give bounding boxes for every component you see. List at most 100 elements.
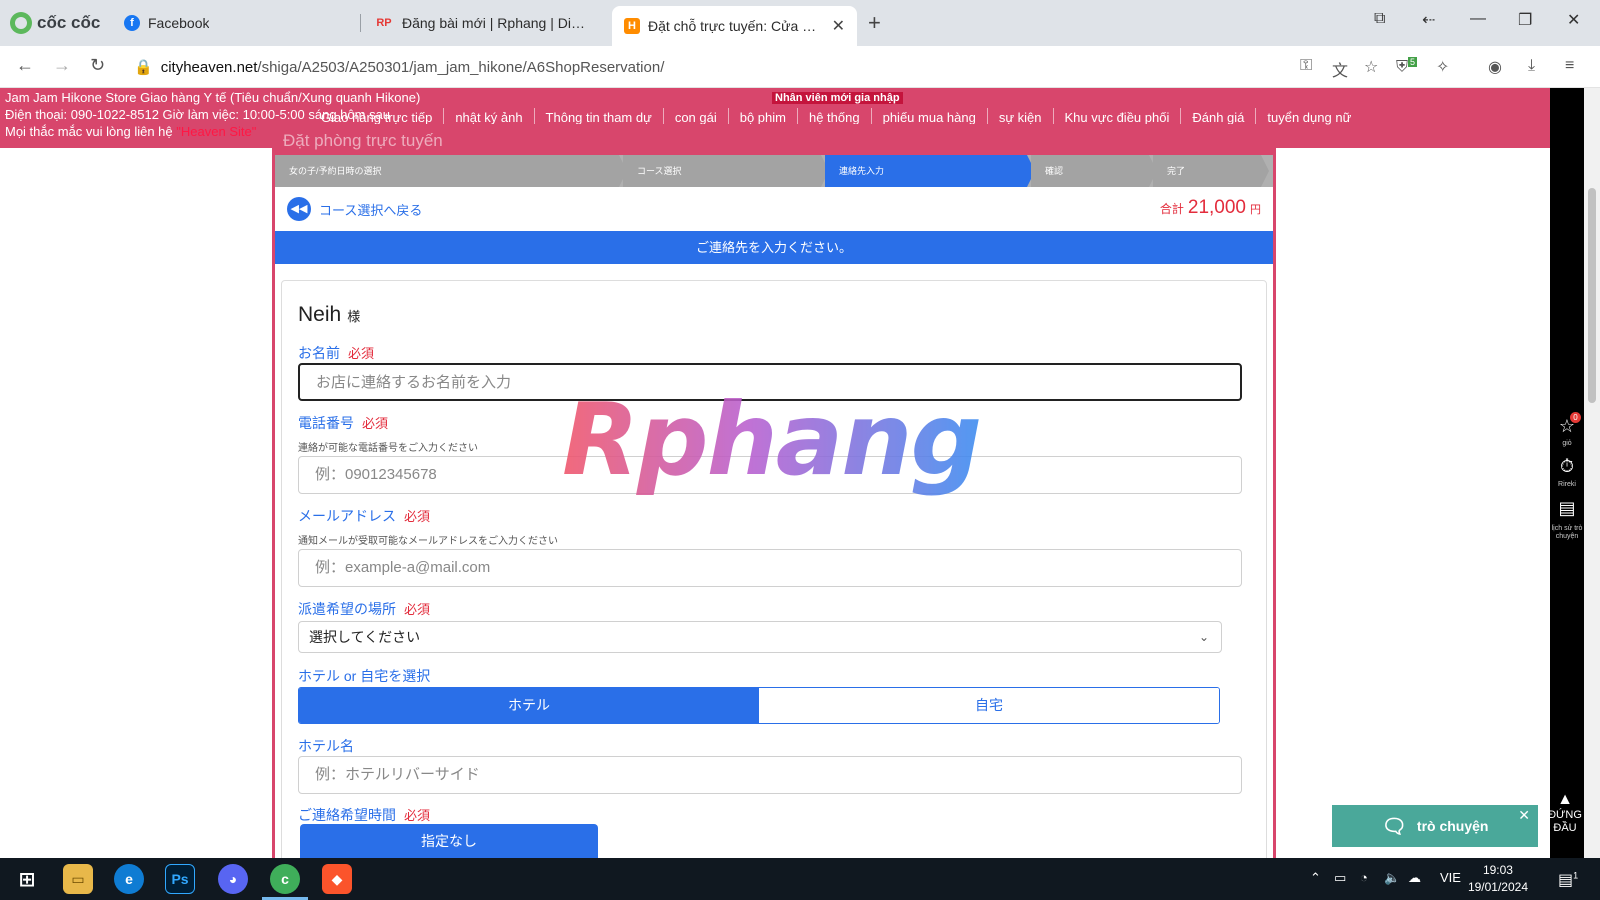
minimize-icon[interactable]: —	[1470, 10, 1486, 28]
input-language[interactable]: VIE	[1440, 870, 1461, 885]
close-window-icon[interactable]: ✕	[1567, 10, 1580, 30]
step-confirm: 確認	[1031, 155, 1157, 187]
close-tab-icon[interactable]: ✕	[832, 16, 845, 36]
chat-history-label: lịch sử trò chuyện	[1551, 525, 1583, 540]
notification-icon[interactable]: ▤1	[1558, 870, 1578, 890]
tab-reservation[interactable]: H Đặt chỗ trực tuyến: Cửa hàng ✕	[612, 6, 857, 46]
right-side-rail: ☆ 0 giỏ ⏱ Rireki ▤ lịch sử trò chuyện	[1550, 88, 1584, 858]
star-icon[interactable]: ☆	[1364, 57, 1378, 77]
place-select[interactable]: 選択してください ⌄	[298, 621, 1222, 653]
page-scrollbar[interactable]	[1584, 88, 1600, 858]
honorific: 様	[347, 309, 361, 324]
required-tag: 必須	[404, 509, 431, 524]
tab-rphang[interactable]: RP Đăng bài mới | Rphang | Diễn Đàn	[362, 6, 602, 40]
screen-capture-icon[interactable]: ⧉	[1374, 10, 1385, 28]
place-selected-value: 選択してください	[309, 629, 421, 645]
chat-widget[interactable]: 🗨 trò chuyện ✕	[1332, 805, 1538, 847]
step-select-girl: 女の子/予約日時の選択	[275, 155, 627, 187]
step-course: コース選択	[623, 155, 829, 187]
scroll-top-label: ĐỨNG ĐẦU	[1548, 809, 1582, 835]
notification-count: 1	[1573, 870, 1579, 881]
total-price: 合計 21,000 円	[1160, 197, 1261, 219]
windows-start-icon[interactable]: ⊞	[12, 864, 42, 894]
contact-time-label: ご連絡希望時間 必須	[298, 805, 430, 825]
edge-icon[interactable]: e	[114, 864, 144, 894]
download-icon[interactable]: ⤓	[1528, 57, 1535, 75]
volume-icon[interactable]: 🔈	[1384, 870, 1400, 886]
tab-title: Facebook	[148, 15, 210, 31]
new-tab-icon[interactable]: +	[868, 10, 881, 36]
discord-icon[interactable]: ◕	[218, 864, 248, 894]
back-arrow-icon[interactable]: ⇠	[1422, 10, 1435, 30]
tab-separator	[360, 14, 361, 32]
phone-hint: 連絡が可能な電話番号をご入力ください	[298, 443, 478, 454]
tray-chevron-up-icon[interactable]: ⌃	[1310, 870, 1321, 886]
rphang-favicon-icon: RP	[376, 17, 392, 29]
chat-close-icon[interactable]: ✕	[1518, 807, 1530, 824]
hotel-option[interactable]: ホテル	[299, 688, 759, 723]
favorite-star-icon[interactable]: ☆ 0	[1555, 412, 1581, 437]
back-to-course-button[interactable]: ◀◀ コース選択へ戻る	[287, 197, 422, 221]
browser-logo[interactable]: cốc cốc	[10, 10, 100, 36]
heaven-site-link[interactable]: "Heaven Site"	[176, 124, 256, 139]
email-label-text: メールアドレス	[298, 508, 396, 524]
store-name: Jam Jam Hikone Store Giao hàng Y tế (Tiê…	[5, 90, 421, 105]
email-input[interactable]: 例：example-a@mail.com	[298, 549, 1242, 587]
address-bar: ← → ↻ 🔒 cityheaven.net/shiga/A2503/A2503…	[0, 46, 1600, 88]
email-hint: 通知メールが受取可能なメールアドレスをご入力ください	[298, 536, 558, 547]
step-contact-active: 連絡先入力	[825, 155, 1035, 187]
shield-extension-icon[interactable]: ⛨ 5	[1396, 57, 1418, 76]
history-icon[interactable]: ⏱	[1555, 456, 1579, 477]
no-preference-button[interactable]: 指定なし	[300, 824, 598, 858]
home-option[interactable]: 自宅	[759, 688, 1219, 723]
reload-icon[interactable]: ↻	[90, 55, 105, 76]
network-icon[interactable]: ◔	[1360, 870, 1368, 885]
customer-name-text: Neih	[298, 303, 342, 326]
extension-badge: 5	[1408, 57, 1418, 67]
scrollbar-thumb[interactable]	[1588, 188, 1596, 403]
key-icon[interactable]: ⚿	[1300, 57, 1312, 75]
instruction-banner: ご連絡先を入力ください。	[275, 231, 1273, 264]
battery-icon[interactable]: ▭	[1334, 870, 1346, 886]
menu-icon[interactable]: ≡	[1565, 57, 1574, 75]
step-indicator: 女の子/予約日時の選択 コース選択 連絡先入力 確認 完了	[275, 155, 1273, 187]
required-tag: 必須	[362, 416, 389, 431]
restore-icon[interactable]: ❐	[1518, 10, 1532, 30]
email-label: メールアドレス 必須	[298, 506, 430, 526]
scroll-to-top-button[interactable]: ▲ ĐỨNG ĐẦU	[1546, 790, 1584, 836]
puzzle-icon[interactable]: ✧	[1436, 57, 1449, 77]
coccoc-icon	[10, 12, 32, 34]
onedrive-icon[interactable]: ☁	[1408, 870, 1421, 886]
browser-tab-bar: cốc cốc f Facebook RP Đăng bài mới | Rph…	[0, 0, 1600, 46]
coccoc-taskbar-icon[interactable]: c	[262, 864, 308, 900]
phone-label: 電話番号 必須	[298, 413, 388, 433]
store-contact: Mọi thắc mắc vui lòng liên hệ "Heaven Si…	[5, 124, 256, 139]
translate-icon[interactable]: 文	[1332, 57, 1348, 81]
file-explorer-icon[interactable]: ▭	[63, 864, 93, 894]
url-path: /shiga/A2503/A250301/jam_jam_hikone/A6Sh…	[257, 58, 665, 76]
photoshop-icon[interactable]: Ps	[165, 864, 195, 894]
tab-title: Đăng bài mới | Rphang | Diễn Đàn	[402, 15, 590, 31]
back-row: ◀◀ コース選択へ戻る 合計 21,000 円	[275, 187, 1273, 231]
chat-widget-label: trò chuyện	[1416, 818, 1489, 834]
facebook-icon: f	[124, 15, 140, 31]
clock-date: 19/01/2024	[1467, 880, 1528, 894]
avatar[interactable]: ◉	[1488, 57, 1502, 77]
back-label: コース選択へ戻る	[319, 202, 423, 218]
forward-icon[interactable]: →	[53, 55, 71, 76]
arrow-up-icon: ▲	[1557, 791, 1573, 808]
back-icon[interactable]: ←	[16, 55, 34, 76]
hotel-name-input[interactable]: 例：ホテルリバーサイド	[298, 756, 1242, 794]
hotel-home-label: ホテル or 自宅を選択	[298, 668, 431, 684]
system-clock[interactable]: 19:03 19/01/2024	[1468, 862, 1528, 896]
chevron-down-icon: ⌄	[1198, 630, 1209, 644]
chat-history-icon[interactable]: ▤	[1555, 498, 1579, 519]
total-value: 21,000	[1187, 197, 1246, 218]
tab-facebook[interactable]: f Facebook	[112, 6, 352, 40]
name-label-text: お名前	[298, 345, 340, 361]
contact-form: Neih 様 お名前 必須 お店に連絡するお名前を入力 電話番号 必須 連絡が可能な電…	[281, 280, 1267, 858]
brave-icon[interactable]: ◆	[322, 864, 352, 894]
windows-taskbar: ⊞ ▭ e Ps ◕ c ◆ ⌃ ▭ ◔ 🔈 ☁ VIE 19:03 19/01…	[0, 858, 1600, 900]
url-field[interactable]: 🔒 cityheaven.net/shiga/A2503/A250301/jam…	[134, 58, 665, 77]
new-staff-badge[interactable]: Nhân viên mới gia nhập	[772, 92, 903, 104]
